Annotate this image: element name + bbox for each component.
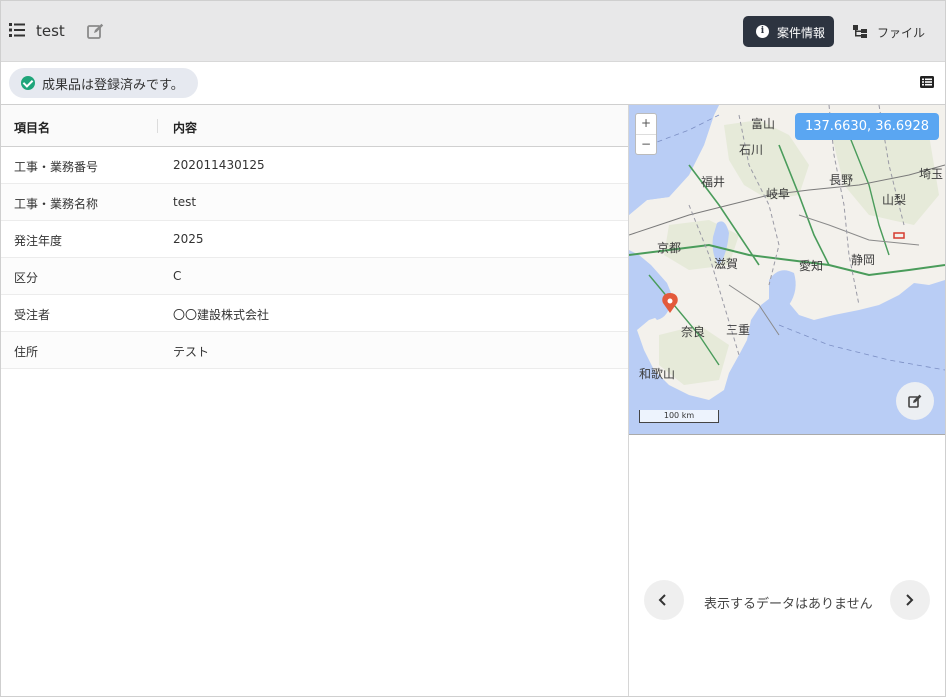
table-row: 発注年度 2025	[1, 221, 628, 258]
project-info-button[interactable]: i 案件情報	[743, 16, 834, 47]
row-label: 工事・業務番号	[14, 160, 99, 174]
map-tiles[interactable]	[629, 105, 945, 434]
row-value: 〇〇建設株式会社	[173, 308, 270, 322]
map-label: 埼玉	[919, 167, 944, 181]
row-value: 202011430125	[173, 158, 265, 172]
row-label: 受注者	[14, 308, 51, 322]
map-label: 長野	[829, 173, 854, 187]
row-value: test	[173, 195, 197, 209]
table-row: 区分 C	[1, 258, 628, 295]
zoom-out-button[interactable]: −	[636, 135, 656, 155]
table-row: 受注者 〇〇建設株式会社	[1, 295, 628, 332]
row-value: C	[173, 269, 182, 283]
chevron-left-icon	[658, 594, 666, 606]
column-separator[interactable]	[157, 119, 158, 133]
column-header-item: 項目名	[14, 121, 51, 135]
map-label: 石川	[739, 143, 764, 157]
status-message: 成果品は登録済みです。	[42, 77, 184, 93]
chevron-right-icon	[906, 594, 914, 606]
page-title: test	[36, 22, 65, 40]
location-map[interactable]: 富山 石川 長野 福井 岐阜 埼玉 山梨 京都 滋賀 愛知 静岡 奈良 三重 和…	[629, 105, 945, 435]
map-label: 和歌山	[639, 367, 676, 381]
status-badge: 成果品は登録済みです。	[9, 68, 198, 98]
list-view-icon[interactable]	[920, 76, 934, 88]
edit-icon	[908, 394, 922, 408]
map-label: 岐阜	[766, 187, 791, 201]
row-label: 発注年度	[14, 234, 63, 248]
map-label: 三重	[726, 323, 751, 337]
map-label: 滋賀	[714, 257, 739, 271]
previous-button[interactable]	[644, 580, 684, 620]
map-label: 愛知	[799, 259, 824, 273]
edit-location-button[interactable]	[896, 382, 934, 420]
file-label: ファイル	[877, 26, 926, 40]
row-value: テスト	[173, 345, 210, 359]
edit-title-icon[interactable]	[87, 23, 104, 40]
row-label: 住所	[14, 345, 39, 359]
map-label: 富山	[751, 117, 776, 131]
project-info-label: 案件情報	[777, 26, 826, 40]
project-info-table: 項目名 内容 工事・業務番号 202011430125 工事・業務名称 test…	[1, 105, 628, 369]
table-row: 住所 テスト	[1, 332, 628, 369]
row-label: 工事・業務名称	[14, 197, 99, 211]
map-label: 奈良	[681, 325, 706, 339]
header-bar: test i 案件情報 ファイル	[1, 1, 945, 62]
coordinates-badge: 137.6630, 36.6928	[794, 113, 939, 140]
check-circle-icon	[21, 76, 35, 90]
table-header: 項目名 内容	[1, 105, 628, 147]
table-row: 工事・業務名称 test	[1, 184, 628, 221]
table-row: 工事・業務番号 202011430125	[1, 147, 628, 184]
empty-state-message: 表示するデータはありません	[704, 597, 873, 612]
row-value: 2025	[173, 232, 204, 246]
zoom-in-button[interactable]: +	[636, 114, 656, 135]
map-label: 京都	[657, 241, 682, 255]
zoom-control: + −	[635, 113, 657, 155]
status-bar: 成果品は登録済みです。	[1, 62, 945, 105]
map-label: 山梨	[882, 193, 907, 207]
menu-list-icon[interactable]	[9, 23, 25, 37]
map-label: 福井	[701, 175, 726, 189]
map-scale-bar: 100 km	[639, 410, 719, 423]
map-label: 静岡	[851, 253, 876, 267]
file-button[interactable]: ファイル	[847, 16, 933, 47]
folder-tree-icon	[853, 25, 867, 38]
row-label: 区分	[14, 271, 39, 285]
column-header-content: 内容	[173, 121, 198, 135]
info-icon: i	[756, 25, 769, 38]
next-button[interactable]	[890, 580, 930, 620]
